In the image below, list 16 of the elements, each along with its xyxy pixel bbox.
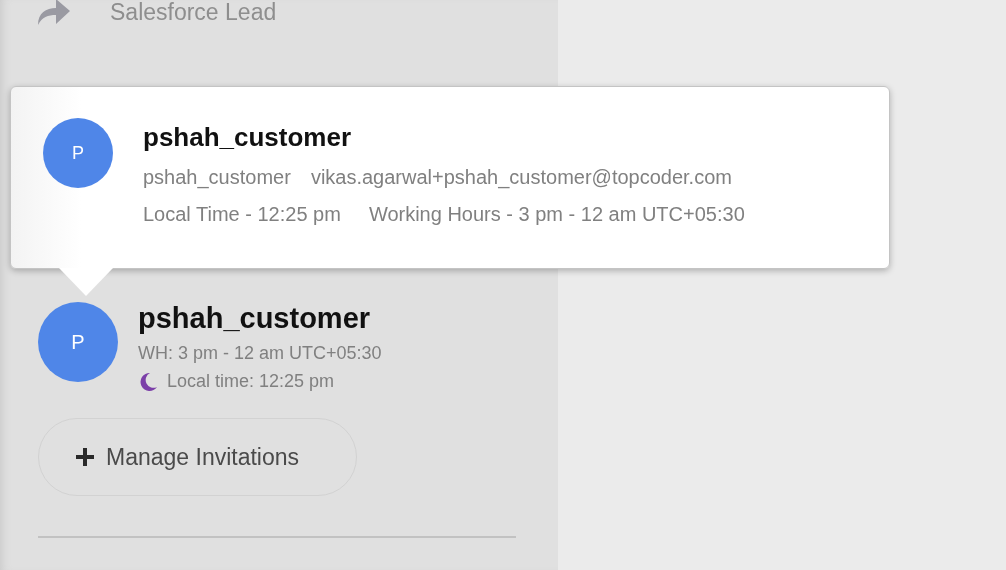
local-time: Local Time - 12:25 pm	[143, 203, 341, 226]
email: vikas.agarwal+pshah_customer@topcoder.com	[310, 166, 732, 189]
local-time: Local time: 12:25 pm	[167, 371, 335, 392]
working-hours: Working Hours - 3 pm - 12 am UTC+05:30	[368, 203, 745, 226]
moon-icon	[138, 371, 158, 392]
user-avatar[interactable]: P	[38, 302, 118, 382]
popover-pointer	[59, 268, 113, 296]
popover-name: pshah_customer	[143, 122, 353, 153]
working-hours: WH: 3 pm - 12 am UTC+05:30	[138, 343, 382, 364]
plus-icon	[76, 448, 94, 466]
salesforce-lead-link[interactable]: Salesforce Lead	[110, 0, 277, 26]
user-avatar: P	[43, 118, 113, 188]
member-name: pshah_customer	[138, 302, 372, 334]
username: pshah_customer	[143, 166, 291, 189]
manage-invitations-button[interactable]: Manage Invitations	[38, 418, 357, 496]
share-arrow-icon	[38, 0, 70, 25]
